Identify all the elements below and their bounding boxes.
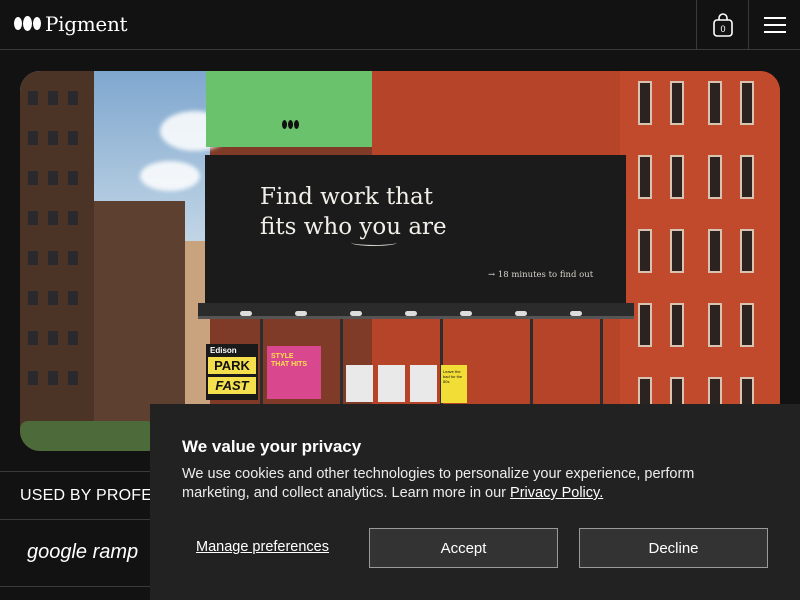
cookie-body: We use cookies and other technologies to… [182, 465, 762, 503]
billboard-subtext: → 18 minutes to find out [488, 270, 594, 280]
cookie-title: We value your privacy [182, 437, 362, 456]
hamburger-menu-icon [763, 17, 786, 33]
poster-park-fast: Edison PARK FAST [206, 344, 258, 400]
poster-style: STYLE THAT HITS [267, 346, 321, 399]
hero-image: Find work that fits who you are → 18 min… [20, 71, 780, 451]
poster-white [378, 365, 405, 402]
hedge [20, 421, 155, 451]
poster-yellow: Leave the bad for the 80s [441, 365, 467, 403]
cookie-text: We use cookies and other technologies to… [182, 466, 695, 501]
green-billboard [206, 71, 372, 147]
brand-logo[interactable]: Pigment [14, 11, 128, 37]
billboard-headline: Find work that fits who you are [260, 182, 447, 242]
shopping-bag-icon: 0 [713, 13, 733, 37]
billboard-line: fits who you are [260, 214, 447, 240]
cookie-banner: We value your privacy We use cookies and… [150, 404, 800, 600]
site-header: Pigment 0 [0, 0, 800, 50]
accept-button[interactable]: Accept [369, 528, 558, 568]
building [20, 71, 94, 451]
pigment-logo-mark-icon [14, 16, 41, 31]
billboard: Find work that fits who you are → 18 min… [205, 155, 626, 303]
brand-name: Pigment [45, 12, 128, 36]
used-by-label: USED BY PROFES [20, 487, 163, 504]
poster-white [346, 365, 373, 402]
cart-count: 0 [720, 24, 725, 34]
building [620, 71, 780, 451]
billboard-line: Find work that [260, 184, 433, 210]
poster-white [410, 365, 437, 402]
pigment-logo-mark-icon [282, 120, 299, 129]
cart-button[interactable]: 0 [697, 0, 749, 50]
menu-button[interactable] [749, 0, 800, 50]
manage-preferences-button[interactable]: Manage preferences [196, 539, 329, 555]
decline-button[interactable]: Decline [579, 528, 768, 568]
underline-swash [351, 239, 397, 246]
client-logos: google ramp [27, 541, 139, 563]
privacy-policy-link[interactable]: Privacy Policy. [510, 485, 603, 501]
